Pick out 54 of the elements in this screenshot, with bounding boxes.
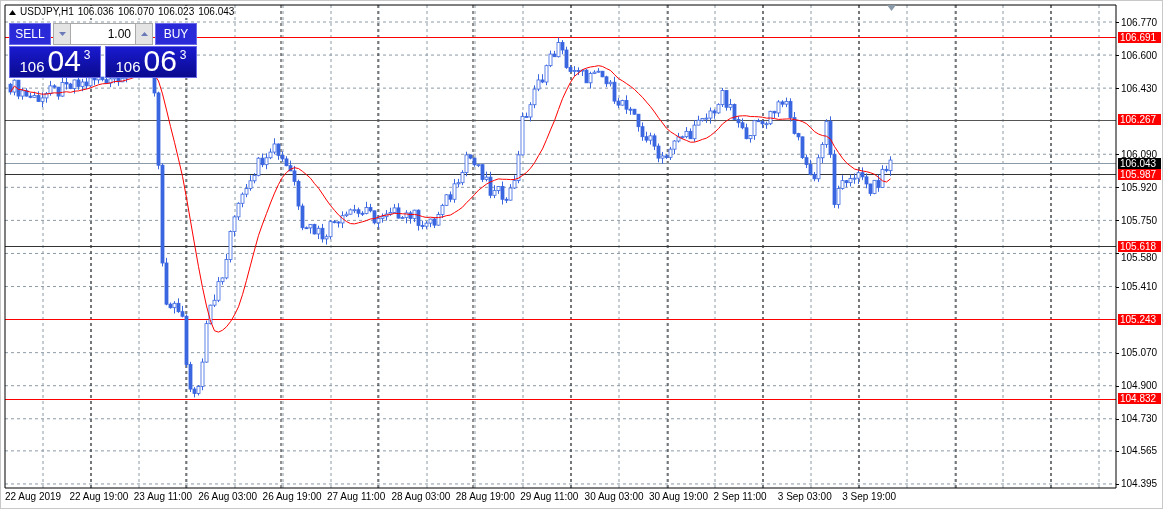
big-figure: 106 — [19, 59, 45, 74]
time-label: 2 Sep 11:00 — [713, 491, 767, 503]
decrease-button[interactable] — [53, 23, 71, 45]
price-label: 104.395 — [1121, 478, 1158, 490]
pips: 04 — [47, 46, 81, 76]
price-label: 106.770 — [1121, 16, 1158, 28]
time-label: 27 Aug 11:00 — [327, 491, 386, 503]
lot-size-field[interactable]: 1.00 — [71, 23, 135, 45]
time-label: 3 Sep 19:00 — [842, 491, 897, 503]
price-label: 106.600 — [1121, 49, 1158, 61]
ohlc-value: 106.023 — [158, 6, 195, 18]
time-label: 23 Aug 11:00 — [133, 491, 192, 503]
level-price-tag: 106.043 — [1118, 157, 1161, 169]
increase-button[interactable] — [135, 23, 153, 45]
down-arrow-icon — [58, 32, 66, 36]
time-label: 26 Aug 19:00 — [262, 491, 322, 503]
big-figure: 106 — [115, 59, 141, 74]
symbol-label: USDJPY,H1 — [20, 6, 74, 18]
time-label: 28 Aug 19:00 — [455, 491, 515, 503]
time-label: 30 Aug 19:00 — [649, 491, 708, 503]
ohlc-value: 106.036 — [77, 6, 114, 18]
price-label: 105.410 — [1121, 281, 1158, 292]
time-label: 29 Aug 11:00 — [520, 491, 579, 503]
level-price-tag: 104.832 — [1118, 393, 1161, 405]
time-label: 26 Aug 03:00 — [198, 491, 258, 503]
time-label: 28 Aug 03:00 — [391, 491, 451, 503]
price-label: 104.900 — [1121, 380, 1158, 392]
price-label: 105.580 — [1121, 252, 1158, 264]
price-label: 105.920 — [1121, 181, 1158, 193]
level-price-tag: 106.267 — [1118, 114, 1161, 126]
level-price-tag: 106.691 — [1118, 31, 1161, 43]
sell-button[interactable]: SELL — [9, 23, 51, 45]
collapse-triangle-icon[interactable] — [9, 9, 16, 15]
price-label: 106.430 — [1121, 82, 1158, 94]
time-label: 22 Aug 2019 — [5, 491, 62, 503]
shift-marker-icon[interactable] — [887, 5, 896, 11]
price-label: 106.090 — [1121, 148, 1158, 160]
point: 3 — [179, 49, 187, 61]
level-price-tag: 105.987 — [1118, 168, 1161, 180]
price-label: 105.070 — [1121, 347, 1158, 359]
level-price-tag: 105.618 — [1118, 240, 1161, 252]
time-label: 22 Aug 19:00 — [69, 491, 129, 503]
level-price-tag: 105.243 — [1118, 313, 1161, 325]
up-arrow-icon — [140, 32, 148, 36]
time-label: 3 Sep 03:00 — [777, 491, 832, 503]
ohlc-value: 106.070 — [117, 6, 155, 18]
buy-button[interactable]: BUY — [155, 23, 197, 45]
pips: 06 — [143, 46, 177, 76]
price-label: 105.750 — [1121, 214, 1158, 226]
ohlc-value: 106.043 — [198, 6, 235, 18]
point: 3 — [83, 49, 91, 61]
price-label: 104.565 — [1121, 445, 1158, 457]
time-label: 30 Aug 03:00 — [584, 491, 644, 503]
price-label: 104.730 — [1121, 413, 1158, 425]
